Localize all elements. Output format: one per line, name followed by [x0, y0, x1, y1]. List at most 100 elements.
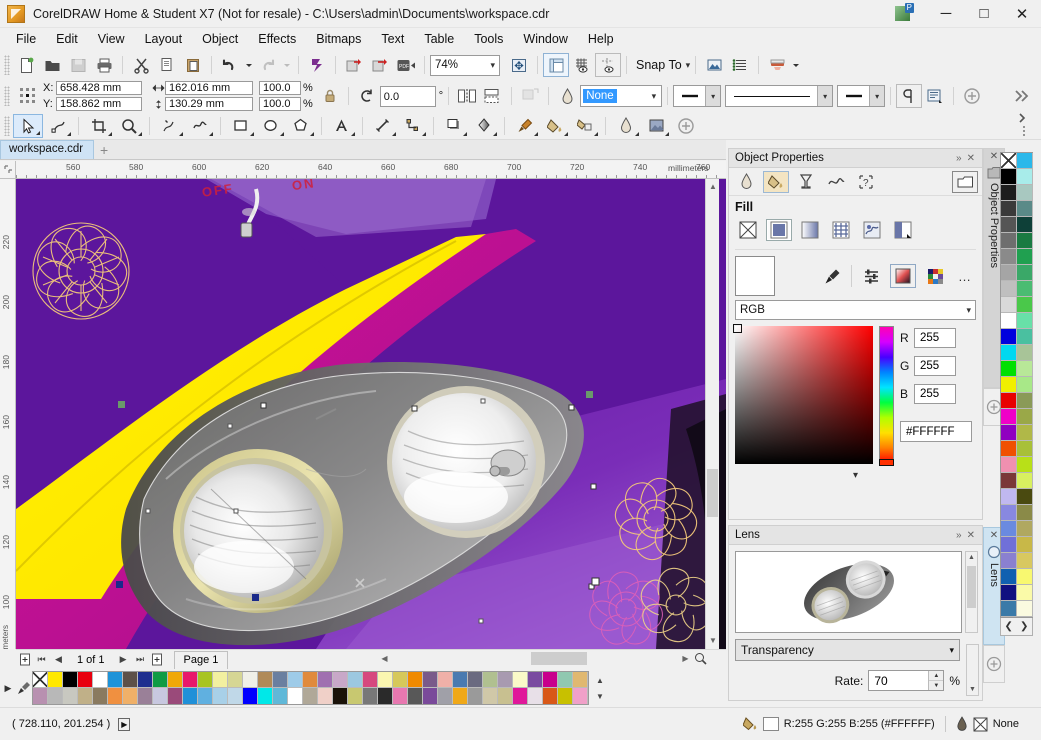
palette-swatch[interactable] [1001, 553, 1017, 569]
palette-swatch[interactable] [228, 672, 243, 688]
palette-swatch[interactable] [543, 688, 558, 704]
chevron-down-icon[interactable]: ▾ [869, 86, 885, 106]
object-styles-button[interactable] [952, 170, 978, 193]
menu-window[interactable]: Window [513, 29, 577, 49]
palette-swatch[interactable] [528, 672, 543, 688]
palette-swatch[interactable] [273, 688, 288, 704]
tool-pick[interactable] [13, 113, 43, 138]
corel-connect-button[interactable] [304, 53, 330, 77]
palette-swatch[interactable] [348, 688, 363, 704]
palette-swatch[interactable] [513, 672, 528, 688]
application-launcher-button[interactable] [764, 53, 790, 77]
palette-swatch[interactable] [1001, 313, 1017, 329]
palette-swatch[interactable] [213, 672, 228, 688]
flyout-arrow-icon[interactable] [209, 131, 213, 136]
palette-swatch[interactable] [1017, 297, 1033, 313]
flyout-arrow-icon[interactable] [392, 131, 396, 136]
menu-file[interactable]: File [6, 29, 46, 49]
mirror-vertical-button[interactable] [480, 84, 506, 108]
eyedropper-icon[interactable] [819, 264, 845, 288]
palette-swatch[interactable] [1017, 313, 1033, 329]
right-palette-prev-button[interactable]: ❮ [1001, 618, 1017, 635]
palette-swatch[interactable] [1017, 441, 1033, 457]
vector-pattern-fill-button[interactable] [828, 219, 854, 241]
new-document-button[interactable] [13, 53, 39, 77]
palette-swatch[interactable] [1017, 153, 1033, 169]
palette-swatch[interactable] [228, 688, 243, 704]
tool-ellipse[interactable] [256, 114, 286, 138]
object-origin-selector[interactable] [13, 84, 43, 108]
palette-swatch[interactable] [1001, 521, 1017, 537]
flyout-arrow-icon[interactable] [493, 131, 497, 136]
tool-text[interactable] [327, 114, 357, 138]
palette-swatch[interactable] [33, 672, 48, 688]
flyout-arrow-icon[interactable] [534, 131, 538, 136]
palette-swatch[interactable] [453, 688, 468, 704]
palette-swatch[interactable] [468, 672, 483, 688]
palette-swatch[interactable] [363, 672, 378, 688]
tool-fill[interactable] [641, 114, 671, 138]
palette-swatch[interactable] [33, 688, 48, 704]
palette-swatch[interactable] [483, 688, 498, 704]
zoom-level-value-wrap[interactable]: 74% ▾ [430, 54, 500, 76]
palette-swatch[interactable] [108, 688, 123, 704]
palette-swatch[interactable] [483, 672, 498, 688]
tool-drop-shadow[interactable] [439, 114, 469, 138]
color-gradient-field[interactable] [733, 324, 873, 464]
print-button[interactable] [91, 53, 117, 77]
palette-swatch[interactable] [1001, 169, 1017, 185]
palette-swatch[interactable] [1001, 473, 1017, 489]
copy-button[interactable] [154, 53, 180, 77]
palette-swatch[interactable] [1017, 377, 1033, 393]
scroll-up-button[interactable]: ▲ [707, 180, 719, 193]
palette-swatch[interactable] [558, 688, 573, 704]
maximize-button[interactable]: □ [965, 0, 1003, 28]
flyout-arrow-icon[interactable] [463, 131, 467, 136]
bitmap-pattern-fill-button[interactable] [859, 219, 885, 241]
palette-swatch[interactable] [213, 688, 228, 704]
redo-dropdown-arrow[interactable] [281, 53, 293, 77]
g-input[interactable]: 255 [914, 356, 956, 376]
lock-ratio-button[interactable] [317, 84, 343, 108]
palette-swatch[interactable] [258, 672, 273, 688]
palette-swatch[interactable] [273, 672, 288, 688]
palette-swatch[interactable] [1001, 249, 1017, 265]
wrap-paragraph-text-button[interactable] [896, 84, 923, 108]
palette-swatch[interactable] [528, 688, 543, 704]
palette-swatch[interactable] [1017, 345, 1033, 361]
rate-increment-button[interactable]: ▲ [929, 671, 944, 680]
palette-swatch[interactable] [48, 688, 63, 704]
palette-swatch[interactable] [363, 688, 378, 704]
rate-input[interactable]: 70 [869, 674, 928, 688]
wrap-text-button[interactable] [517, 84, 543, 108]
close-docker-button[interactable]: ✕ [964, 153, 978, 164]
tool-outline[interactable] [611, 114, 641, 138]
summary-properties-tab[interactable]: ? [853, 171, 879, 193]
palette-swatch[interactable] [1001, 361, 1017, 377]
tool-shape[interactable] [43, 114, 73, 138]
tool-connector[interactable] [398, 114, 428, 138]
canvas-vertical-scrollbar[interactable]: ▲ ▼ [705, 179, 719, 649]
palette-swatch[interactable] [153, 672, 168, 688]
flyout-arrow-icon[interactable] [36, 130, 40, 135]
character-properties-tab[interactable] [793, 171, 819, 193]
add-page-before-button[interactable] [16, 651, 33, 668]
document-tab-workspace[interactable]: workspace.cdr [0, 140, 95, 159]
palette-swatch[interactable] [198, 672, 213, 688]
palette-swatch[interactable] [1001, 601, 1017, 617]
palette-swatch[interactable] [423, 688, 438, 704]
menu-layout[interactable]: Layout [135, 29, 193, 49]
expand-color-options-button[interactable]: ▾ [729, 470, 982, 481]
palette-swatch[interactable] [288, 672, 303, 688]
close-lens-button[interactable]: ✕ [964, 530, 978, 541]
scroll-right-button[interactable]: ▶ [679, 652, 692, 665]
add-page-after-button[interactable] [149, 651, 166, 668]
current-fill-swatch[interactable] [735, 256, 775, 296]
flyout-arrow-icon[interactable] [179, 131, 183, 136]
r-input[interactable]: 255 [914, 328, 956, 348]
bottom-palette-swatch-grid[interactable] [32, 671, 589, 705]
menu-text[interactable]: Text [371, 29, 414, 49]
zoom-to-fit-button[interactable] [506, 53, 532, 77]
scroll-down-button[interactable]: ▼ [967, 684, 978, 695]
flyout-arrow-icon[interactable] [250, 131, 254, 136]
